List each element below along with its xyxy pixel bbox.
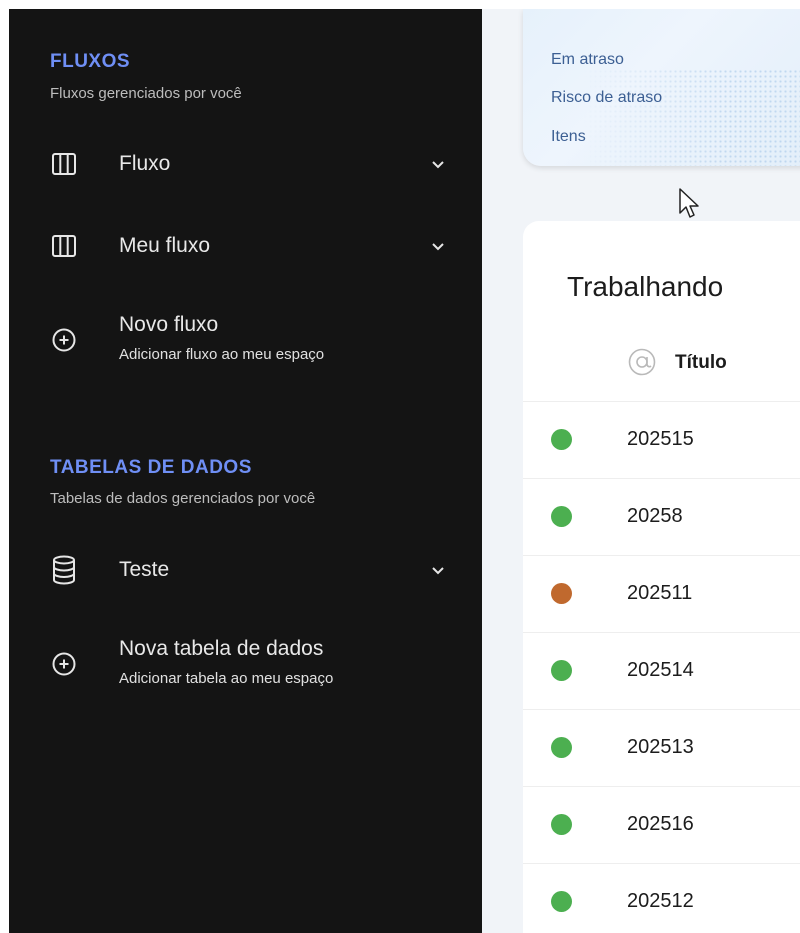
sidebar-item-label: Meu fluxo — [119, 234, 211, 257]
overdue-link[interactable]: Em atraso — [551, 51, 624, 69]
new-flow-label: Novo fluxo — [119, 313, 219, 336]
new-table-label: Nova tabela de dados — [119, 637, 324, 660]
sidebar-item-label: Fluxo — [119, 152, 171, 175]
database-icon — [53, 555, 75, 585]
item-title: 202513 — [627, 736, 694, 758]
working-card-title: Trabalhando — [567, 271, 724, 302]
item-title: 202515 — [627, 428, 694, 450]
status-dot — [551, 814, 572, 835]
status-dot — [551, 583, 572, 604]
summary-card: Em atraso Risco de atraso Itens — [523, 9, 800, 166]
status-dot — [551, 506, 572, 527]
main-content: Em atraso Risco de atraso Itens Trabalha… — [482, 9, 800, 933]
tables-section-title: TABELAS DE DADOS — [50, 457, 252, 478]
table-row[interactable]: 202512 — [523, 863, 800, 933]
table-row[interactable]: 20258 — [523, 478, 800, 555]
item-title: 202512 — [627, 890, 694, 912]
table-row[interactable]: 202515 — [523, 401, 800, 478]
new-flow-sublabel: Adicionar fluxo ao meu espaço — [119, 346, 325, 363]
sidebar-item-meu-fluxo[interactable]: Meu fluxo — [9, 216, 482, 276]
flows-section-title: FLUXOS — [50, 51, 131, 72]
new-table-button[interactable]: Nova tabela de dados Adicionar tabela ao… — [9, 633, 482, 693]
kanban-columns-icon — [52, 153, 76, 175]
app-frame: FLUXOS Fluxos gerenciados por você Fluxo… — [9, 9, 800, 933]
sidebar-item-teste[interactable]: Teste — [9, 540, 482, 600]
table-row[interactable]: 202513 — [523, 709, 800, 786]
at-sign-icon — [628, 348, 656, 376]
chevron-down-icon[interactable] — [429, 156, 447, 174]
working-card: Trabalhando Título 202515 20258 202511 2… — [523, 221, 800, 933]
table-row[interactable]: 202511 — [523, 555, 800, 632]
plus-circle-icon — [52, 328, 76, 352]
items-link[interactable]: Itens — [551, 128, 586, 146]
chevron-down-icon[interactable] — [429, 562, 447, 580]
item-title: 202511 — [627, 582, 693, 604]
title-column-label: Título — [675, 352, 727, 373]
status-dot — [551, 737, 572, 758]
status-dot — [551, 429, 572, 450]
risk-of-delay-link[interactable]: Risco de atraso — [551, 89, 662, 107]
table-row[interactable]: 202514 — [523, 632, 800, 709]
status-dot — [551, 660, 572, 681]
mouse-cursor-icon — [679, 188, 699, 218]
item-title: 20258 — [627, 505, 683, 527]
sidebar-item-label: Teste — [119, 558, 170, 581]
item-title: 202516 — [627, 813, 694, 835]
sidebar-item-fluxo[interactable]: Fluxo — [9, 134, 482, 194]
sidebar: FLUXOS Fluxos gerenciados por você Fluxo… — [9, 9, 482, 933]
status-dot — [551, 891, 572, 912]
item-title: 202514 — [627, 659, 694, 681]
tables-section-subtitle: Tabelas de dados gerenciados por você — [50, 490, 316, 507]
flows-section-subtitle: Fluxos gerenciados por você — [50, 85, 242, 102]
chevron-down-icon[interactable] — [429, 238, 447, 256]
table-row[interactable]: 202516 — [523, 786, 800, 863]
title-column-header[interactable]: Título — [627, 347, 800, 387]
kanban-columns-icon — [52, 235, 76, 257]
plus-circle-icon — [52, 652, 76, 676]
new-table-sublabel: Adicionar tabela ao meu espaço — [119, 670, 334, 687]
new-flow-button[interactable]: Novo fluxo Adicionar fluxo ao meu espaço — [9, 309, 482, 369]
